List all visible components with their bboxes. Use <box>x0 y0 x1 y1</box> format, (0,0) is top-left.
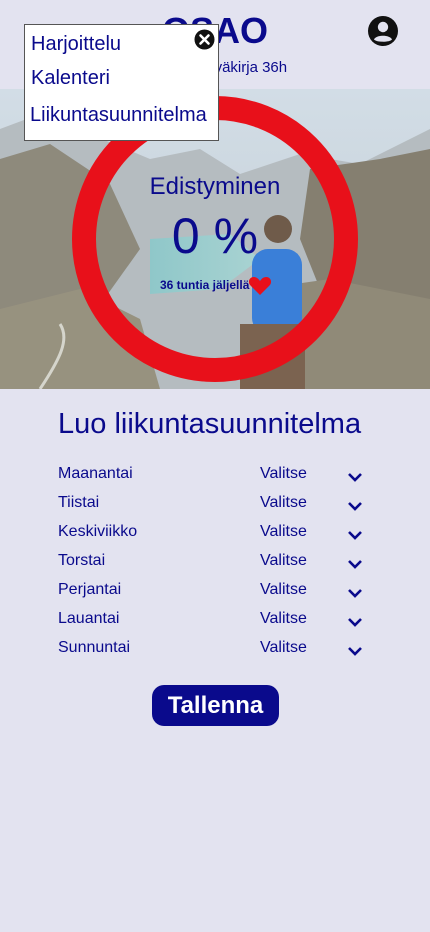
chevron-down-icon[interactable] <box>347 558 363 570</box>
plan-title: Luo liikuntasuunnitelma <box>58 408 362 440</box>
chevron-down-icon[interactable] <box>347 616 363 628</box>
chevron-down-icon[interactable] <box>347 471 363 483</box>
day-select-torstai[interactable]: Valitse <box>260 552 307 570</box>
day-select-tiistai[interactable]: Valitse <box>260 494 307 512</box>
day-row-sunnuntai: Sunnuntai Valitse <box>58 639 378 663</box>
day-label: Maanantai <box>58 465 133 482</box>
day-row-perjantai: Perjantai Valitse <box>58 581 378 605</box>
heart-icon <box>248 277 272 295</box>
day-row-keskiviikko: Keskiviikko Valitse <box>58 523 378 547</box>
day-label: Perjantai <box>58 581 122 598</box>
user-account-icon[interactable] <box>368 16 398 46</box>
chevron-down-icon[interactable] <box>347 529 363 541</box>
day-row-lauantai: Lauantai Valitse <box>58 610 378 634</box>
day-label: Torstai <box>58 552 106 569</box>
progress-value: 0 % <box>171 208 259 264</box>
chevron-down-icon[interactable] <box>347 500 363 512</box>
day-select-sunnuntai[interactable]: Valitse <box>260 639 307 657</box>
day-label: Lauantai <box>58 610 120 627</box>
progress-title: Edistyminen <box>149 173 281 200</box>
day-select-perjantai[interactable]: Valitse <box>260 581 307 599</box>
day-label: Sunnuntai <box>58 639 131 656</box>
menu-item-kalenteri[interactable]: Kalenteri <box>31 67 110 90</box>
day-label: Tiistai <box>58 494 100 511</box>
close-icon[interactable] <box>194 29 215 50</box>
chevron-down-icon[interactable] <box>347 645 363 657</box>
navigation-menu: Harjoittelu Kalenteri Liikuntasuunnitelm… <box>24 24 219 141</box>
day-label: Keskiviikko <box>58 523 138 540</box>
day-select-lauantai[interactable]: Valitse <box>260 610 307 628</box>
day-select-maanantai[interactable]: Valitse <box>260 465 307 483</box>
chevron-down-icon[interactable] <box>347 587 363 599</box>
save-button[interactable]: Tallenna <box>152 685 279 726</box>
day-row-tiistai: Tiistai Valitse <box>58 494 378 518</box>
day-row-torstai: Torstai Valitse <box>58 552 378 576</box>
day-select-keskiviikko[interactable]: Valitse <box>260 523 307 541</box>
day-row-maanantai: Maanantai Valitse <box>58 465 378 489</box>
hours-remaining: 36 tuntia jäljellä <box>160 278 250 292</box>
menu-item-harjoittelu[interactable]: Harjoittelu <box>31 33 121 56</box>
menu-item-liikuntasuunnitelma[interactable]: Liikuntasuunnitelma <box>30 104 207 127</box>
